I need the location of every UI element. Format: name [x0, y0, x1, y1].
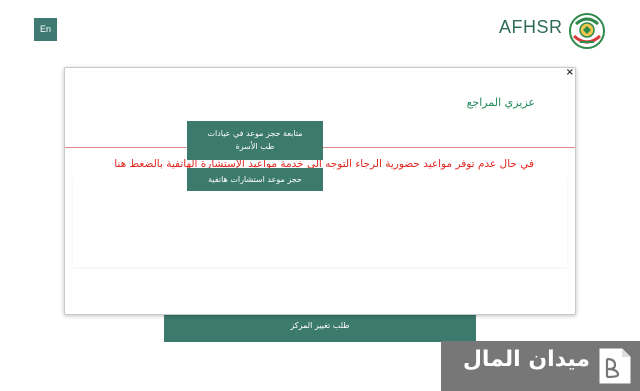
continue-family-clinic-booking-button[interactable]: متابعة حجز موعد في عيادات طب الأسرة	[187, 121, 323, 160]
top-header: En AFHSR	[0, 0, 640, 60]
watermark-text: ميدان المال	[462, 347, 590, 372]
book-phone-consultation-button[interactable]: حجز موعد استشارات هاتفية	[187, 168, 323, 191]
watermark-banner: ميدان المال	[441, 341, 640, 391]
modal-title: عزيزي المراجع	[466, 96, 535, 109]
afhsr-emblem-icon	[569, 13, 605, 49]
currency-document-icon	[599, 348, 631, 384]
phone-consultation-link[interactable]: في حال عدم توفر مواعيد حضورية الرجاء الت…	[114, 158, 534, 170]
notice-modal: × عزيزي المراجع في حال عدم توفر مواعيد ح…	[64, 67, 576, 315]
button-label-line-1: متابعة حجز موعد في عيادات	[207, 129, 303, 138]
brand-name: AFHSR	[499, 17, 563, 37]
close-icon[interactable]: ×	[566, 67, 574, 78]
language-toggle-button[interactable]: En	[34, 18, 57, 41]
button-label-line-2: طب الأسرة	[235, 142, 275, 151]
